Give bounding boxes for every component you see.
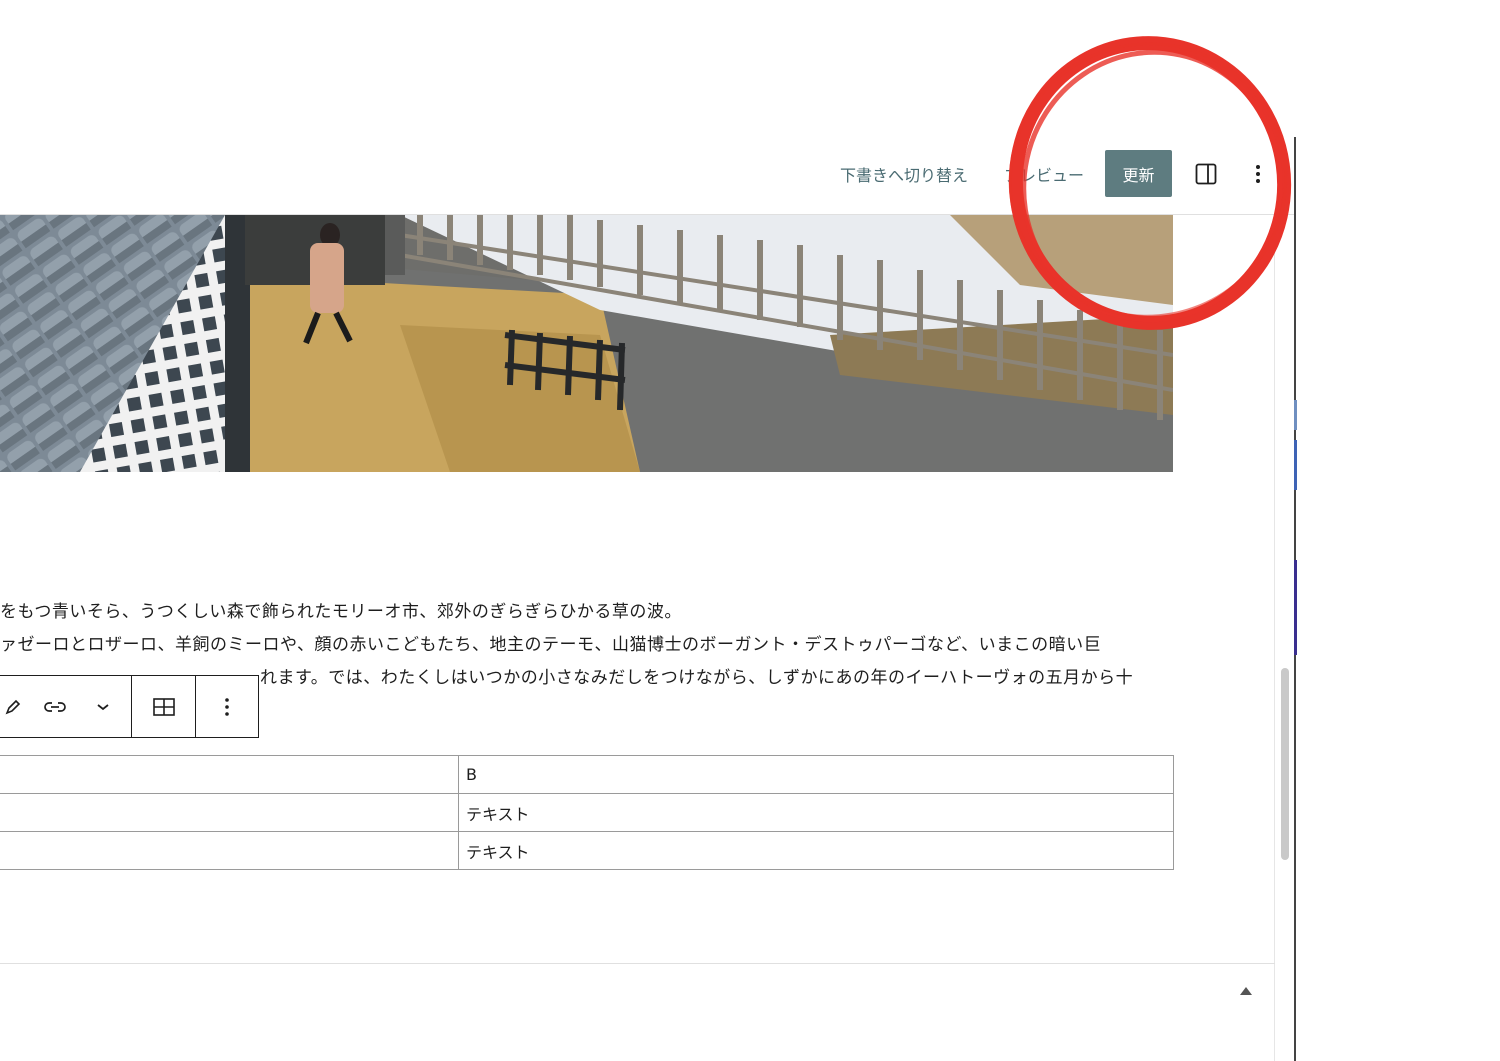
table-row: B [0, 755, 1174, 794]
toolbar-table-group [131, 676, 195, 737]
table-cell[interactable]: テキスト [458, 831, 1174, 870]
table-cell[interactable] [0, 793, 459, 832]
paragraph-line[interactable]: をもつ青いそら、うつくしい森で飾られたモリーオ市、郊外のぎらぎらひかる草の波。 [0, 596, 682, 629]
options-menu-button[interactable] [1244, 158, 1272, 190]
block-options-button[interactable] [196, 676, 258, 737]
table-cell[interactable]: B [458, 755, 1174, 794]
table-row: テキスト [0, 793, 1174, 832]
content-table: B テキスト テキスト [0, 755, 1174, 870]
table-row: テキスト [0, 831, 1174, 870]
preview-button[interactable]: プレビュー [1004, 162, 1084, 186]
chevron-down-icon [97, 703, 109, 710]
sidebar-panel-icon [1195, 163, 1217, 185]
table-icon [152, 697, 175, 716]
table-cell[interactable]: テキスト [458, 793, 1174, 832]
toolbar-format-group [0, 676, 131, 737]
paragraph-line[interactable]: ァゼーロとロザーロ、羊飼のミーロや、顔の赤いこどもたち、地主のテーモ、山猫博士の… [0, 629, 1101, 662]
switch-to-draft-button[interactable]: 下書きへ切り替え [840, 162, 968, 186]
more-rich-text-button[interactable] [79, 676, 127, 737]
edit-table-button[interactable] [132, 676, 195, 737]
vertical-ellipsis-icon [225, 697, 229, 716]
paragraph-line[interactable]: れます。では、わたくしはいつかの小さなみだしをつけながら、しずかにあの年のイーハ… [260, 662, 1133, 695]
edge-fragment [1294, 560, 1297, 655]
content-divider [1274, 215, 1275, 1061]
update-button[interactable]: 更新 [1105, 150, 1172, 197]
scrollbar-thumb[interactable] [1281, 668, 1289, 860]
table-cell[interactable] [0, 755, 459, 794]
table-cell[interactable] [0, 831, 459, 870]
featured-image [0, 215, 1173, 472]
link-button[interactable] [31, 676, 79, 737]
footer-divider [0, 963, 1275, 964]
block-toolbar [0, 675, 259, 738]
highlight-button[interactable] [0, 676, 31, 737]
link-icon [44, 701, 66, 712]
edge-fragment [1294, 400, 1297, 430]
toolbar-options-group [195, 676, 258, 737]
pencil-icon [5, 699, 21, 714]
settings-panel-button[interactable] [1190, 158, 1222, 190]
editor-header [0, 137, 1296, 215]
caret-up-icon[interactable] [1240, 987, 1252, 995]
vertical-ellipsis-icon [1256, 165, 1260, 183]
edge-fragment [1294, 440, 1297, 490]
